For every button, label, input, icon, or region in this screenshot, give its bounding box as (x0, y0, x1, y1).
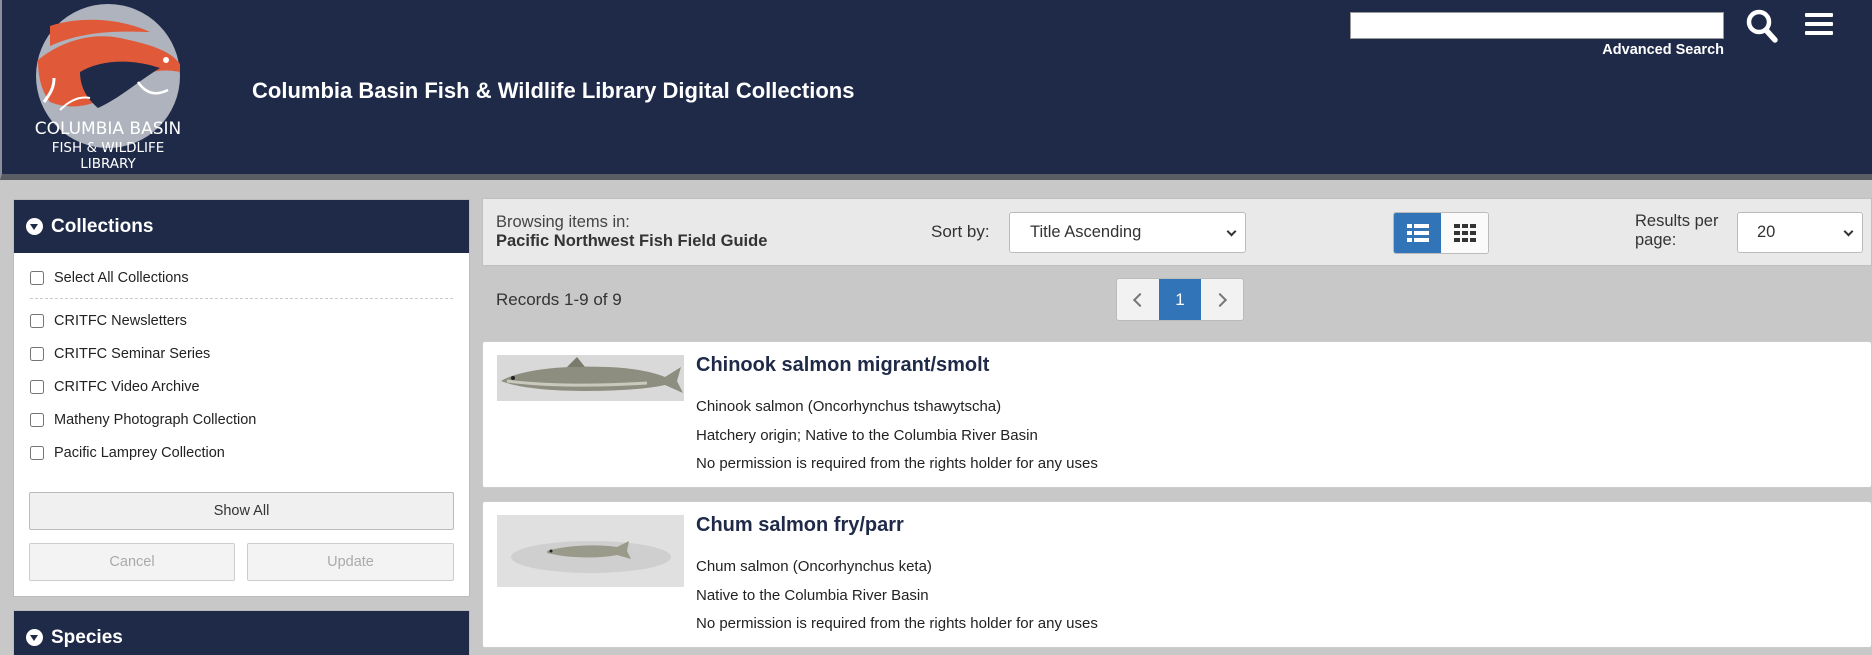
logo-fish-icon: COLUMBIA BASIN FISH & WILDLIFE LIBRARY (35, 4, 182, 172)
chinook-salmon-image (497, 355, 684, 401)
results-toolbar: Browsing items in: Pacific Northwest Fis… (482, 198, 1872, 266)
results-per-page-label: Results per page: (1635, 212, 1719, 249)
svg-text:FISH & WILDLIFE: FISH & WILDLIFE (52, 140, 165, 156)
prev-page-button[interactable] (1117, 279, 1159, 320)
result-card: Chinook salmon migrant/smolt Chinook sal… (482, 341, 1872, 488)
result-card: Chum salmon fry/parr Chum salmon (Oncorh… (482, 501, 1872, 648)
species-panel-title: Species (51, 626, 123, 648)
search-input[interactable] (1350, 12, 1724, 39)
grid-view-button[interactable] (1441, 213, 1488, 253)
results-per-page-value: 20 (1757, 223, 1776, 241)
chevron-right-icon (1212, 292, 1228, 307)
pagination: 1 (1116, 278, 1244, 321)
svg-text:LIBRARY: LIBRARY (80, 156, 136, 172)
advanced-search-link[interactable]: Advanced Search (1502, 42, 1724, 58)
site-title[interactable]: Columbia Basin Fish & Wildlife Library D… (252, 78, 854, 104)
collection-item-matheny-photograph[interactable]: Matheny Photograph Collection (14, 412, 469, 428)
collection-checkbox[interactable] (30, 347, 44, 361)
result-thumbnail[interactable] (497, 515, 684, 587)
hamburger-icon (1805, 13, 1833, 35)
chum-salmon-image (497, 515, 684, 587)
records-count: Records 1-9 of 9 (496, 290, 622, 309)
browsing-collection-name: Pacific Northwest Fish Field Guide (496, 232, 768, 250)
result-origin: Hatchery origin; Native to the Columbia … (696, 427, 1038, 444)
collection-label: CRITFC Seminar Series (54, 346, 211, 362)
page-1-button[interactable]: 1 (1159, 279, 1201, 320)
collection-item-critfc-newsletters[interactable]: CRITFC Newsletters (14, 313, 469, 329)
result-origin: Native to the Columbia River Basin (696, 587, 929, 604)
collections-panel-title: Collections (51, 215, 154, 237)
library-logo[interactable]: COLUMBIA BASIN FISH & WILDLIFE LIBRARY (20, 2, 196, 176)
next-page-button[interactable] (1201, 279, 1243, 320)
list-view-icon (1406, 224, 1429, 242)
collapse-toggle-icon (26, 218, 43, 235)
site-header: COLUMBIA BASIN FISH & WILDLIFE LIBRARY C… (0, 0, 1872, 180)
collections-panel: Collections Select All Collections CRITF… (13, 199, 470, 597)
collection-label: Matheny Photograph Collection (54, 412, 257, 428)
select-all-checkbox[interactable] (30, 271, 44, 285)
result-species: Chinook salmon (Oncorhynchus tshawytscha… (696, 398, 1002, 415)
divider (30, 298, 453, 299)
cancel-button[interactable]: Cancel (29, 543, 235, 581)
select-all-label: Select All Collections (54, 270, 189, 286)
collection-label: CRITFC Newsletters (54, 313, 187, 329)
collection-label: Pacific Lamprey Collection (54, 445, 225, 461)
sort-select[interactable]: Title Ascending (1009, 212, 1246, 253)
collapse-toggle-icon (26, 629, 43, 646)
select-all-collections[interactable]: Select All Collections (14, 270, 469, 286)
results-per-page-select[interactable]: 20 (1737, 212, 1863, 253)
sort-select-value: Title Ascending (1030, 223, 1142, 241)
search-button[interactable] (1745, 8, 1779, 44)
species-panel-header[interactable]: Species (14, 611, 469, 655)
search-icon (1746, 9, 1778, 43)
chevron-left-icon (1132, 292, 1148, 307)
result-species: Chum salmon (Oncorhynchus keta) (696, 558, 932, 575)
svg-text:COLUMBIA BASIN: COLUMBIA BASIN (35, 119, 182, 139)
collections-panel-header[interactable]: Collections (14, 200, 469, 253)
collection-checkbox[interactable] (30, 413, 44, 427)
species-panel: Species (13, 610, 470, 655)
chevron-down-icon (1226, 226, 1237, 237)
result-title[interactable]: Chum salmon fry/parr (696, 514, 904, 537)
view-toggle (1393, 212, 1489, 254)
browsing-label: Browsing items in: (496, 213, 630, 231)
sort-label: Sort by: (931, 222, 990, 241)
collection-item-critfc-video-archive[interactable]: CRITFC Video Archive (14, 379, 469, 395)
show-all-button[interactable]: Show All (29, 492, 454, 530)
collection-label: CRITFC Video Archive (54, 379, 200, 395)
chevron-down-icon (1843, 226, 1854, 237)
result-rights: No permission is required from the right… (696, 455, 1098, 472)
list-view-button[interactable] (1394, 213, 1441, 253)
collection-item-pacific-lamprey[interactable]: Pacific Lamprey Collection (14, 445, 469, 461)
grid-view-icon (1453, 224, 1476, 242)
result-rights: No permission is required from the right… (696, 615, 1098, 632)
update-button[interactable]: Update (247, 543, 454, 581)
menu-button[interactable] (1805, 13, 1833, 37)
collection-checkbox[interactable] (30, 380, 44, 394)
result-title[interactable]: Chinook salmon migrant/smolt (696, 354, 989, 377)
collection-checkbox[interactable] (30, 446, 44, 460)
result-thumbnail[interactable] (497, 355, 684, 401)
collection-item-critfc-seminar-series[interactable]: CRITFC Seminar Series (14, 346, 469, 362)
collection-checkbox[interactable] (30, 314, 44, 328)
